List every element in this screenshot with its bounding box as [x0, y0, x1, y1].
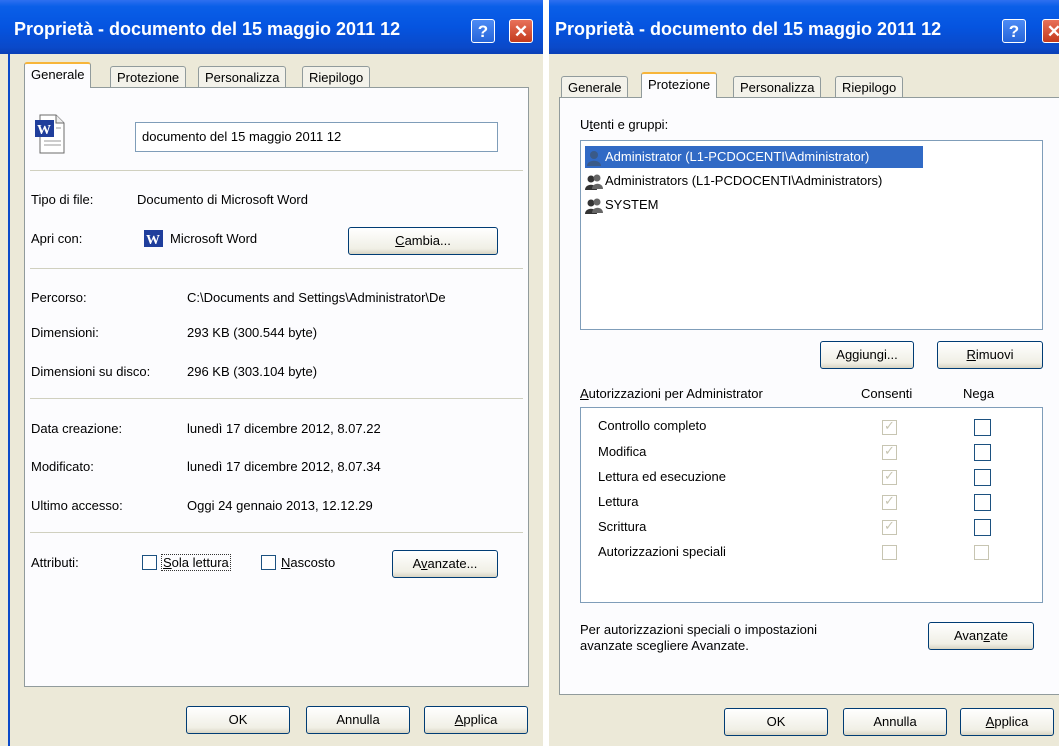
modified-value: lunedì 17 dicembre 2012, 8.07.34: [187, 459, 381, 474]
readonly-checkbox[interactable]: [142, 555, 157, 570]
deny-checkbox[interactable]: [974, 494, 991, 511]
title-bar[interactable]: Proprietà - documento del 15 maggio 2011…: [0, 0, 543, 54]
hidden-label[interactable]: Nascosto: [281, 555, 335, 570]
ok-button[interactable]: OK: [186, 706, 290, 734]
group-icon: [585, 198, 603, 214]
tab-protezione[interactable]: Protezione: [641, 72, 718, 98]
permission-name: Lettura ed esecuzione: [598, 469, 726, 484]
dialog-body: Generale Protezione Personalizza Riepilo…: [549, 54, 1059, 746]
user-row-administrator[interactable]: Administrator (L1-PCDOCENTI\Administrato…: [585, 146, 923, 168]
separator: [30, 532, 523, 533]
allow-checkbox: [882, 545, 897, 560]
ok-button[interactable]: OK: [724, 708, 828, 736]
help-button[interactable]: ?: [1002, 19, 1026, 43]
dialog-body: Generale Protezione Personalizza Riepilo…: [8, 54, 543, 746]
permission-name: Controllo completo: [598, 418, 707, 433]
deny-checkbox: [974, 545, 989, 560]
tab-generale[interactable]: Generale: [561, 76, 629, 98]
attributes-label: Attributi:: [31, 555, 79, 570]
deny-checkbox[interactable]: [974, 444, 991, 461]
modified-label: Modificato:: [31, 459, 94, 474]
title-bar[interactable]: Proprietà - documento del 15 maggio 2011…: [549, 0, 1059, 54]
allow-checkbox: [882, 468, 897, 485]
group-icon: [585, 174, 603, 190]
allow-checkbox: [882, 518, 897, 535]
word-document-icon: W: [35, 114, 65, 154]
separator: [30, 268, 523, 269]
add-button[interactable]: Aggiungi...: [820, 341, 914, 369]
tab-generale[interactable]: Generale: [24, 62, 92, 88]
deny-checkbox[interactable]: [974, 519, 991, 536]
permission-name: Autorizzazioni speciali: [598, 544, 726, 559]
advanced-button[interactable]: Avanzate: [928, 622, 1034, 650]
apply-button[interactable]: Applica: [424, 706, 528, 734]
permissions-header: Autorizzazioni per Administrator: [580, 386, 763, 401]
readonly-label[interactable]: Sola lettura: [161, 554, 231, 571]
help-button[interactable]: ?: [471, 19, 495, 43]
users-groups-label: Utenti e gruppi:: [580, 117, 669, 132]
window-title: Proprietà - documento del 15 maggio 2011…: [14, 19, 401, 39]
window-title: Proprietà - documento del 15 maggio 2011…: [555, 19, 942, 39]
deny-checkbox[interactable]: [974, 419, 991, 436]
allow-checkbox: [882, 493, 897, 510]
apply-button[interactable]: Applica: [960, 708, 1054, 736]
close-button[interactable]: ✕: [509, 19, 533, 43]
tab-personalizza[interactable]: Personalizza: [733, 76, 822, 98]
size-value: 293 KB (300.544 byte): [187, 325, 318, 340]
accessed-value: Oggi 24 gennaio 2013, 12.12.29: [187, 498, 373, 513]
cancel-button[interactable]: Annulla: [843, 708, 947, 736]
file-type-label: Tipo di file:: [31, 192, 94, 207]
properties-dialog-security: Proprietà - documento del 15 maggio 2011…: [549, 0, 1059, 746]
tab-protezione[interactable]: Protezione: [110, 66, 187, 88]
tab-panel: W documento del 15 maggio 2011 12 Tipo d…: [24, 87, 529, 687]
change-button[interactable]: Cambia...: [348, 227, 498, 255]
allow-column-header: Consenti: [861, 386, 913, 401]
tab-riepilogo[interactable]: Riepilogo: [302, 66, 371, 88]
disk-size-label: Dimensioni su disco:: [31, 364, 151, 379]
size-label: Dimensioni:: [31, 325, 99, 340]
user-icon: [587, 150, 601, 166]
user-row-system[interactable]: SYSTEM: [585, 194, 658, 216]
word-app-icon: W: [144, 230, 163, 247]
info-text-line2: avanzate scegliere Avanzate.: [580, 638, 749, 653]
path-value: C:\Documents and Settings\Administrator\…: [187, 290, 446, 305]
remove-button[interactable]: Rimuovi: [937, 341, 1043, 369]
permission-name: Lettura: [598, 494, 639, 509]
allow-checkbox: [882, 418, 897, 435]
file-type-value: Documento di Microsoft Word: [137, 192, 308, 207]
properties-dialog-general: Proprietà - documento del 15 maggio 2011…: [0, 0, 543, 746]
tab-riepilogo[interactable]: Riepilogo: [835, 76, 904, 98]
svg-text:W: W: [37, 123, 51, 138]
cancel-button[interactable]: Annulla: [306, 706, 410, 734]
open-with-value: Microsoft Word: [170, 231, 258, 246]
svg-text:W: W: [146, 233, 160, 247]
disk-size-value: 296 KB (303.104 byte): [187, 364, 318, 379]
hidden-checkbox[interactable]: [261, 555, 276, 570]
filename-input[interactable]: documento del 15 maggio 2011 12: [135, 122, 498, 152]
tab-personalizza[interactable]: Personalizza: [198, 66, 287, 88]
info-text-line1: Per autorizzazioni speciali o impostazio…: [580, 622, 818, 637]
allow-checkbox: [882, 443, 897, 460]
accessed-label: Ultimo accesso:: [31, 498, 123, 513]
users-listbox[interactable]: Administrator (L1-PCDOCENTI\Administrato…: [580, 140, 1043, 330]
deny-column-header: Nega: [963, 386, 995, 401]
close-button[interactable]: ✕: [1042, 19, 1059, 43]
created-label: Data creazione:: [31, 421, 123, 436]
created-value: lunedì 17 dicembre 2012, 8.07.22: [187, 421, 381, 436]
user-row-administrators[interactable]: Administrators (L1-PCDOCENTI\Administrat…: [585, 170, 882, 192]
deny-checkbox[interactable]: [974, 469, 991, 486]
separator: [30, 398, 523, 399]
permission-name: Scrittura: [598, 519, 647, 534]
permission-name: Modifica: [598, 444, 647, 459]
permissions-list: Controllo completo Modifica Lettura ed e…: [580, 407, 1043, 603]
open-with-label: Apri con:: [31, 231, 83, 246]
advanced-button[interactable]: Avanzate...: [392, 550, 498, 578]
tab-panel: Utenti e gruppi: Administrator (L1-PCDOC…: [559, 97, 1059, 695]
path-label: Percorso:: [31, 290, 87, 305]
separator: [30, 170, 523, 171]
